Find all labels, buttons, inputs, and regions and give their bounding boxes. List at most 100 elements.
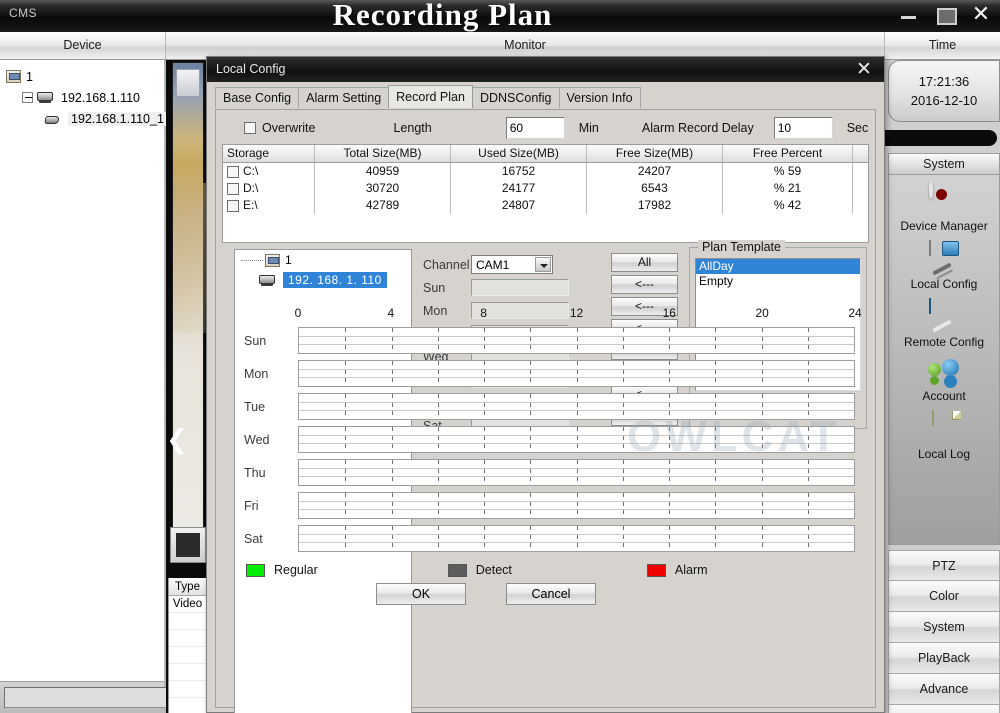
video-layout-button[interactable]: [170, 527, 206, 563]
tree-item-channel[interactable]: 192.168.1.110_1: [4, 108, 167, 129]
length-input[interactable]: [505, 117, 565, 139]
tree-item-device[interactable]: 192.168.1.110: [4, 87, 160, 108]
timeline-hour-tick: [761, 394, 763, 398]
close-icon[interactable]: ✕: [970, 3, 992, 25]
sidebar-accordion-ptz[interactable]: PTZ: [888, 550, 1000, 581]
timeline-hour-tick: [345, 493, 347, 497]
collapse-panel-icon[interactable]: ❮: [166, 420, 190, 460]
table-row[interactable]: C:\ 40959 16752 24207 % 59: [223, 163, 868, 180]
channel-select[interactable]: CAM1: [471, 255, 553, 274]
sidebar-item-local-config[interactable]: Local Config: [889, 240, 999, 291]
timeline-track[interactable]: [299, 402, 854, 412]
timeline-track[interactable]: [299, 501, 854, 511]
tab-record-plan[interactable]: Record Plan: [388, 85, 473, 108]
day-plan-field-sun[interactable]: [471, 279, 569, 296]
timeline-track[interactable]: [299, 493, 854, 502]
timeline-track[interactable]: [299, 460, 854, 469]
cancel-button[interactable]: Cancel: [506, 583, 596, 605]
timeline-day-grid[interactable]: [298, 426, 855, 453]
storage-row-checkbox[interactable]: [227, 199, 239, 212]
timeline-track[interactable]: [299, 336, 854, 346]
storage-row-checkbox[interactable]: [227, 165, 239, 178]
tab-ddns-config[interactable]: DDNSConfig: [471, 87, 560, 108]
sidebar-accordion-color[interactable]: Color: [888, 581, 1000, 612]
apply-all-button[interactable]: All: [611, 253, 678, 272]
apply-sun-button[interactable]: <---: [611, 275, 678, 294]
timeline-hour-tick: [345, 534, 347, 539]
sidebar-item-remote-config[interactable]: Remote Config: [889, 298, 999, 349]
sidebar-item-local-log[interactable]: Local Log: [889, 410, 999, 461]
table-row[interactable]: D:\ 30720 24177 6543 % 21: [223, 180, 868, 197]
timeline-track[interactable]: [299, 526, 854, 535]
maximize-icon[interactable]: [934, 3, 957, 25]
plan-template-item-empty[interactable]: Empty: [696, 274, 860, 289]
tab-alarm-setting[interactable]: Alarm Setting: [298, 87, 390, 108]
timeline-track[interactable]: [299, 510, 854, 518]
timeline-track[interactable]: [299, 369, 854, 379]
timeline-track[interactable]: [299, 477, 854, 485]
timeline-day-label: Sun: [244, 333, 267, 348]
sidebar-item-account[interactable]: Account: [889, 357, 999, 403]
timeline-track[interactable]: [299, 444, 854, 452]
device-manager-icon: [927, 181, 961, 217]
storage-row-checkbox[interactable]: [227, 182, 239, 195]
overwrite-checkbox[interactable]: [244, 122, 256, 134]
tree-item-group[interactable]: 1: [235, 250, 411, 270]
column-header-spacer: [853, 145, 868, 162]
timeline-hour-tick: [761, 378, 763, 383]
timeline-day-grid[interactable]: [298, 360, 855, 387]
timeline-day-grid[interactable]: [298, 525, 855, 552]
ok-button[interactable]: OK: [376, 583, 466, 605]
timeline-day-grid[interactable]: [298, 393, 855, 420]
timeline-hour-tick: [391, 444, 393, 449]
sidebar-accordion-logout[interactable]: LogOut: [888, 705, 1000, 713]
header-tab-device[interactable]: Device: [0, 32, 165, 59]
timeline-hour-tick: [391, 526, 393, 530]
timeline-track[interactable]: [299, 543, 854, 551]
search-input[interactable]: [4, 687, 183, 708]
plan-template-item-allday[interactable]: AllDay: [696, 259, 860, 274]
alarm-record-delay-input[interactable]: [773, 117, 833, 139]
timeline-hour-tick: [576, 477, 578, 482]
tree-item-group[interactable]: 1: [4, 66, 160, 87]
timeline-hour-tick: [715, 444, 717, 449]
sidebar-accordion-system[interactable]: System: [888, 612, 1000, 643]
timeline-track[interactable]: [299, 534, 854, 544]
sidebar-item-device-manager[interactable]: Device Manager: [889, 181, 999, 233]
column-header-storage: Storage: [223, 145, 315, 162]
timeline-track[interactable]: [299, 328, 854, 337]
timeline-track[interactable]: [299, 345, 854, 353]
timeline-hour-tick: [715, 543, 717, 548]
tab-base-config[interactable]: Base Config: [215, 87, 300, 108]
table-row[interactable]: E:\ 42789 24807 17982 % 42: [223, 197, 868, 214]
timeline-day-grid[interactable]: [298, 459, 855, 486]
tab-version-info[interactable]: Version Info: [558, 87, 641, 108]
timeline-hour-tick: [715, 510, 717, 515]
timeline-hour-tick: [761, 468, 763, 473]
timeline-track[interactable]: [299, 411, 854, 419]
timeline-hour-tick: [437, 534, 439, 539]
collapse-toggle-icon[interactable]: [22, 92, 33, 103]
length-unit-label: Min: [578, 121, 599, 135]
timeline-hour-tick: [437, 444, 439, 449]
timeline-hour-tick: [622, 501, 624, 506]
timeline-track[interactable]: [299, 427, 854, 436]
video-feed-thumbnail[interactable]: [172, 62, 206, 532]
timeline-track[interactable]: [299, 435, 854, 445]
header-tab-monitor[interactable]: Monitor: [165, 32, 885, 59]
tree-item-device[interactable]: 192. 168. 1. 110: [235, 270, 411, 290]
sidebar-accordion-advance[interactable]: Advance: [888, 674, 1000, 705]
header-tab-time[interactable]: Time: [885, 32, 1000, 59]
timeline-hour-tick: [761, 543, 763, 548]
dialog-close-icon[interactable]: ✕: [853, 57, 875, 82]
sidebar-accordion-playback[interactable]: PlayBack: [888, 643, 1000, 674]
axis-tick: 20: [755, 306, 769, 320]
timeline-track[interactable]: [299, 394, 854, 403]
minimize-icon[interactable]: [898, 3, 920, 25]
timeline-track[interactable]: [299, 361, 854, 370]
chevron-down-icon[interactable]: [535, 257, 551, 272]
timeline-day-grid[interactable]: [298, 327, 855, 354]
timeline-day-grid[interactable]: [298, 492, 855, 519]
timeline-track[interactable]: [299, 468, 854, 478]
timeline-track[interactable]: [299, 378, 854, 386]
